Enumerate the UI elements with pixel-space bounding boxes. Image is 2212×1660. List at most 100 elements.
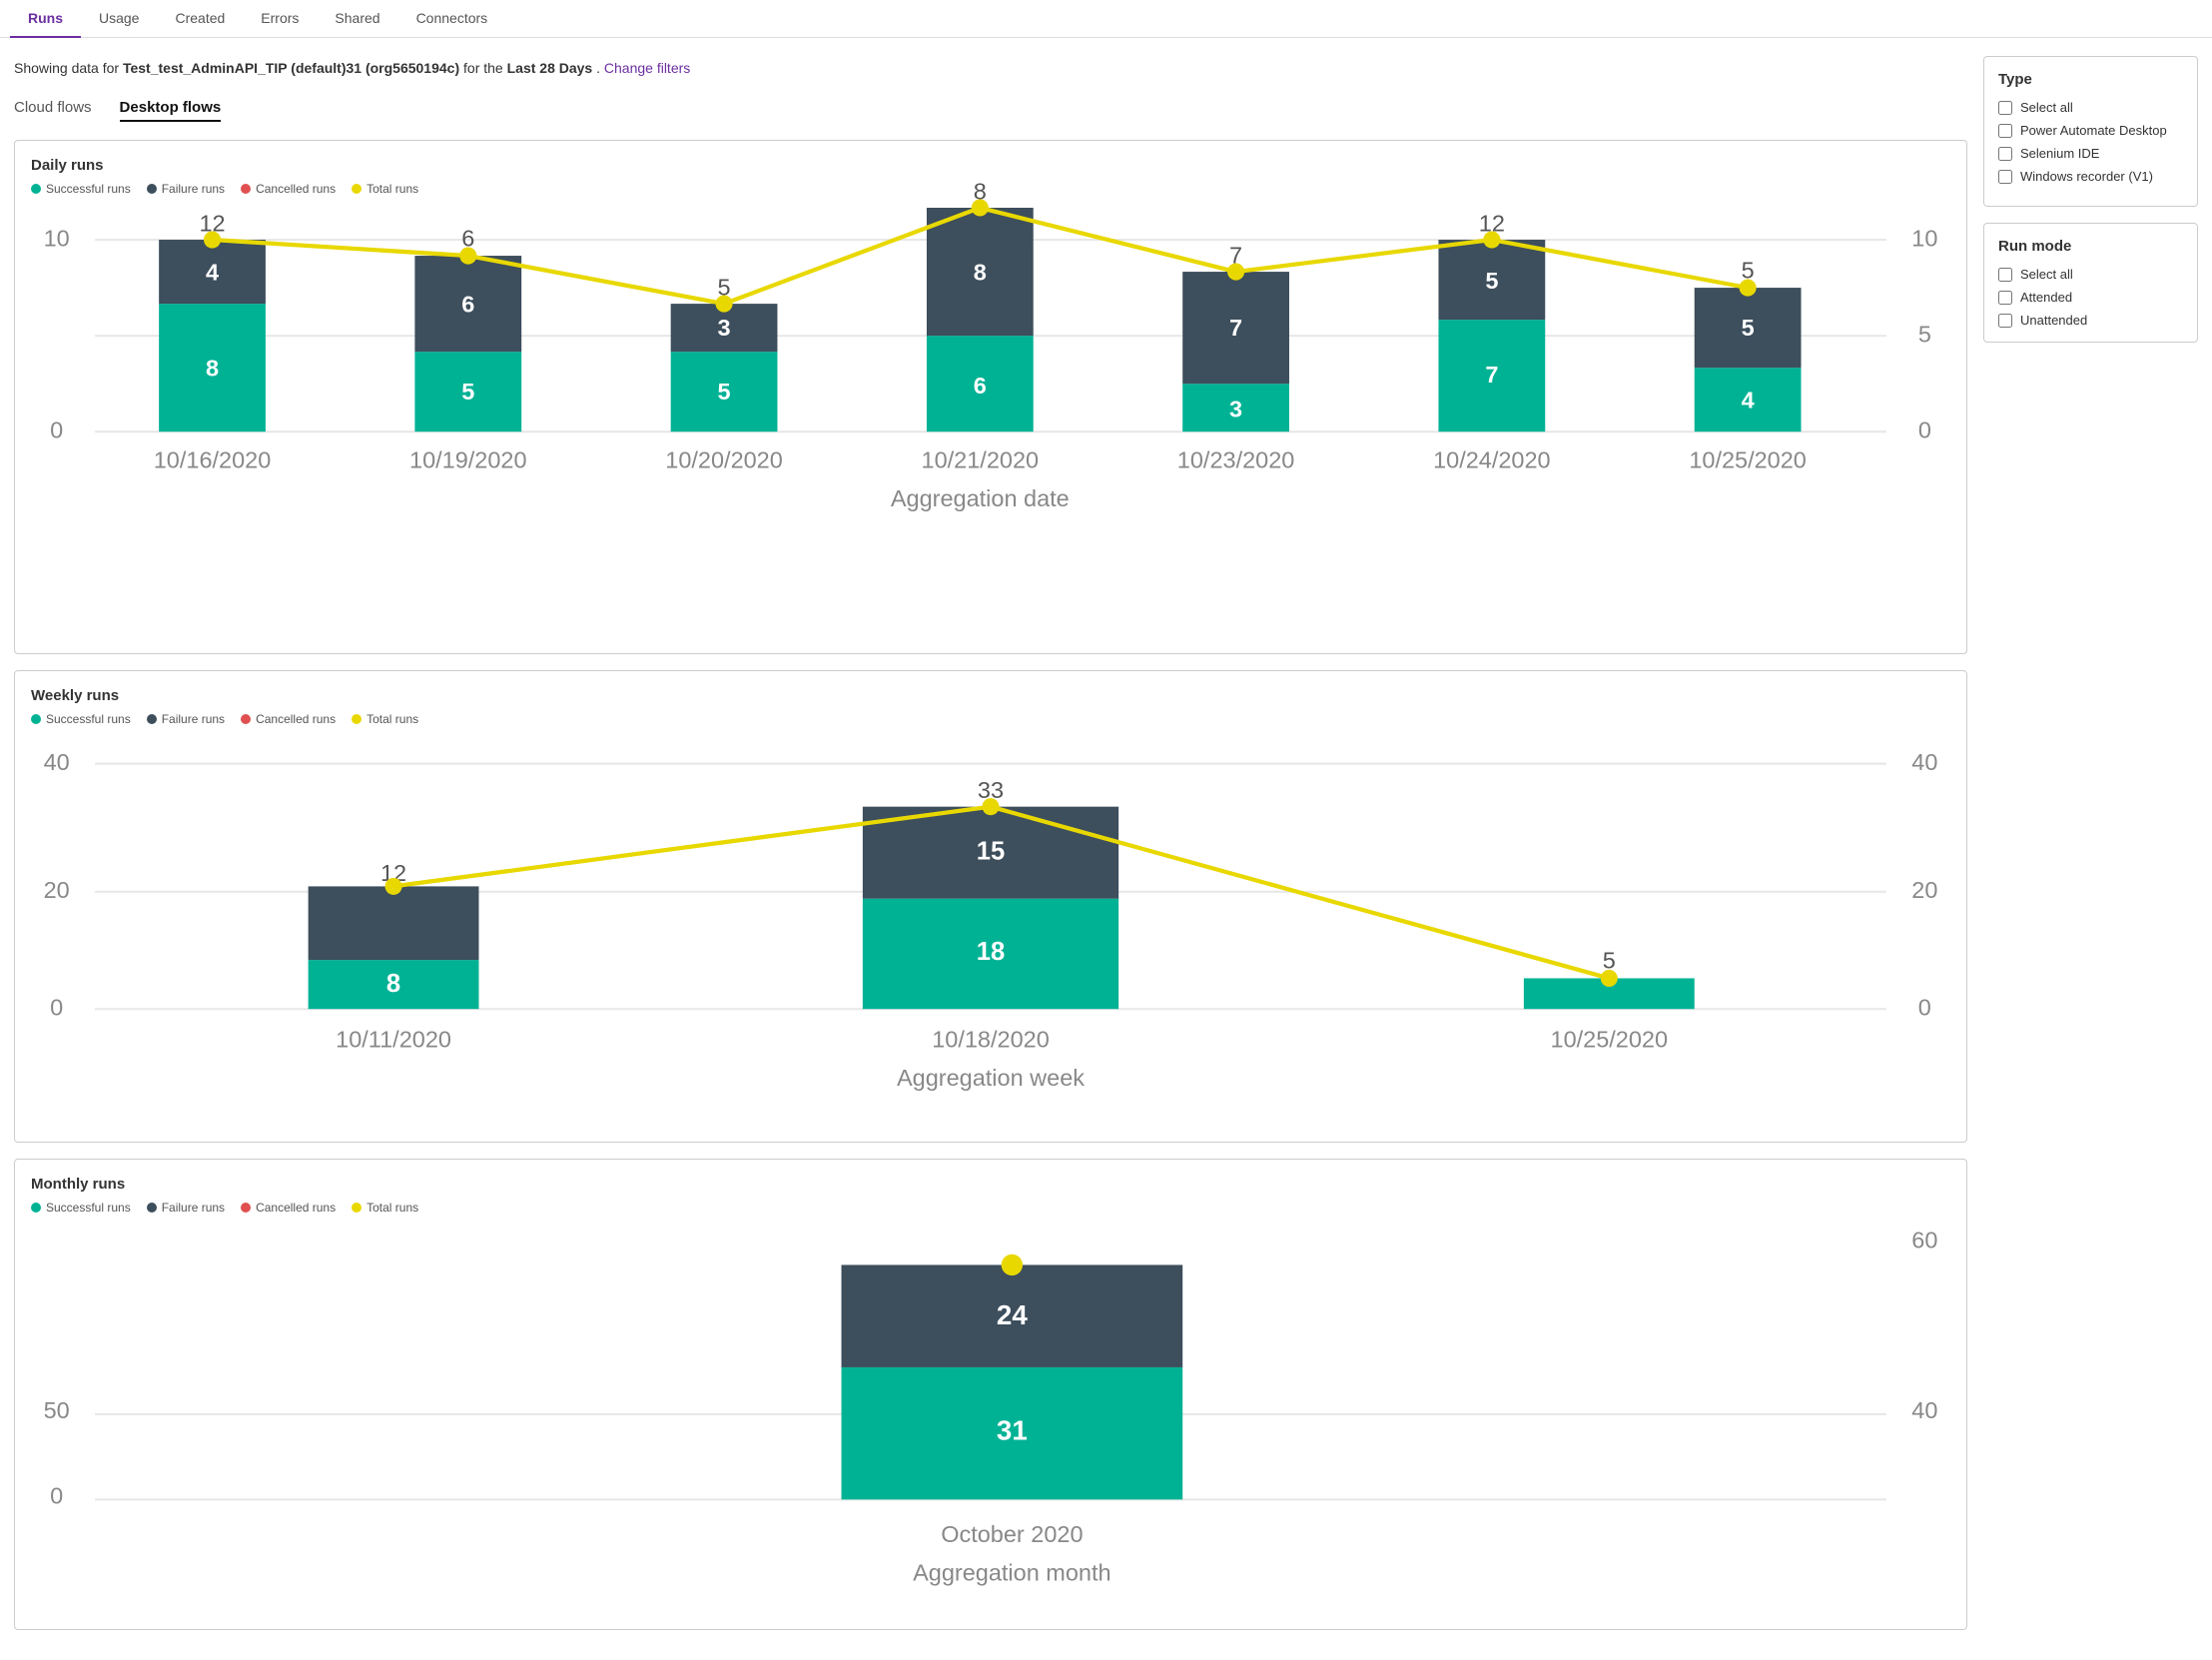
monthly-chart-card: Monthly runs Successful runs Failure run… bbox=[14, 1159, 1967, 1630]
svg-text:5: 5 bbox=[1485, 268, 1498, 294]
info-bar: Showing data for Test_test_AdminAPI_TIP … bbox=[14, 56, 1967, 81]
svg-text:0: 0 bbox=[50, 417, 63, 443]
info-org: Test_test_AdminAPI_TIP (default)31 (org5… bbox=[123, 60, 459, 76]
svg-text:5: 5 bbox=[1918, 322, 1931, 348]
svg-text:0: 0 bbox=[1918, 417, 1931, 443]
tab-created[interactable]: Created bbox=[157, 0, 243, 38]
type-pad-item: Power Automate Desktop bbox=[1998, 123, 2183, 138]
svg-text:6: 6 bbox=[461, 292, 474, 318]
svg-text:6: 6 bbox=[974, 373, 987, 399]
successful-dot bbox=[31, 184, 41, 194]
svg-text:10: 10 bbox=[44, 226, 70, 252]
total-dot bbox=[352, 184, 362, 194]
info-period: Last 28 Days bbox=[507, 60, 593, 76]
svg-text:20: 20 bbox=[44, 877, 70, 903]
run-mode-select-all-item: Select all bbox=[1998, 267, 2183, 282]
svg-text:50: 50 bbox=[44, 1397, 70, 1423]
svg-text:60: 60 bbox=[1911, 1227, 1937, 1252]
w-legend-total: Total runs bbox=[352, 712, 418, 726]
svg-text:10/23/2020: 10/23/2020 bbox=[1177, 447, 1295, 473]
monthly-legend: Successful runs Failure runs Cancelled r… bbox=[31, 1201, 1950, 1215]
svg-text:20: 20 bbox=[1911, 877, 1937, 903]
weekly-chart-area: 40 20 0 40 20 0 8 bbox=[31, 738, 1950, 1125]
info-separator: . bbox=[596, 60, 604, 76]
svg-text:0: 0 bbox=[50, 995, 63, 1021]
run-mode-unattended-checkbox[interactable] bbox=[1998, 314, 2012, 328]
type-selenium-label: Selenium IDE bbox=[2020, 146, 2099, 161]
daily-chart-area: 10 0 10 5 0 8 bbox=[31, 208, 1950, 637]
cancelled-dot bbox=[241, 184, 251, 194]
tab-shared[interactable]: Shared bbox=[317, 0, 397, 38]
svg-text:15: 15 bbox=[977, 838, 1005, 866]
svg-text:10/21/2020: 10/21/2020 bbox=[922, 447, 1040, 473]
svg-text:5: 5 bbox=[1742, 315, 1755, 341]
legend-successful: Successful runs bbox=[31, 182, 131, 196]
type-selenium-item: Selenium IDE bbox=[1998, 146, 2183, 161]
run-mode-unattended-item: Unattended bbox=[1998, 313, 2183, 328]
tab-runs[interactable]: Runs bbox=[10, 0, 81, 38]
svg-text:October 2020: October 2020 bbox=[941, 1521, 1083, 1547]
monthly-chart-svg: 50 0 60 40 31 24 bbox=[31, 1227, 1950, 1610]
run-mode-filter-title: Run mode bbox=[1998, 238, 2183, 255]
weekly-legend: Successful runs Failure runs Cancelled r… bbox=[31, 712, 1950, 726]
svg-text:10/20/2020: 10/20/2020 bbox=[665, 447, 783, 473]
svg-text:10/24/2020: 10/24/2020 bbox=[1433, 447, 1551, 473]
subtab-desktop[interactable]: Desktop flows bbox=[120, 99, 222, 122]
svg-text:4: 4 bbox=[206, 260, 219, 286]
run-mode-unattended-label: Unattended bbox=[2020, 313, 2087, 328]
svg-text:24: 24 bbox=[997, 1299, 1028, 1330]
daily-chart-svg: 10 0 10 5 0 8 bbox=[31, 208, 1950, 634]
svg-text:10/16/2020: 10/16/2020 bbox=[154, 447, 272, 473]
type-selenium-checkbox[interactable] bbox=[1998, 147, 2012, 161]
svg-text:7: 7 bbox=[1229, 315, 1242, 341]
legend-failure: Failure runs bbox=[147, 182, 225, 196]
nav-tabs: Runs Usage Created Errors Shared Connect… bbox=[0, 0, 2212, 38]
legend-cancelled: Cancelled runs bbox=[241, 182, 336, 196]
tab-usage[interactable]: Usage bbox=[81, 0, 157, 38]
type-select-all-checkbox[interactable] bbox=[1998, 101, 2012, 115]
svg-text:8: 8 bbox=[386, 970, 400, 998]
run-mode-attended-item: Attended bbox=[1998, 290, 2183, 305]
type-filter-box: Type Select all Power Automate Desktop S… bbox=[1983, 56, 2198, 207]
run-mode-select-all-checkbox[interactable] bbox=[1998, 268, 2012, 282]
svg-text:10/11/2020: 10/11/2020 bbox=[336, 1027, 451, 1053]
svg-text:8: 8 bbox=[206, 356, 219, 382]
weekly-chart-title: Weekly runs bbox=[31, 687, 1950, 704]
daily-chart-title: Daily runs bbox=[31, 157, 1950, 174]
type-pad-checkbox[interactable] bbox=[1998, 124, 2012, 138]
svg-text:0: 0 bbox=[1918, 995, 1931, 1021]
svg-text:18: 18 bbox=[977, 938, 1005, 966]
failure-dot bbox=[147, 184, 157, 194]
svg-text:Aggregation date: Aggregation date bbox=[891, 485, 1070, 511]
svg-text:5: 5 bbox=[718, 379, 731, 405]
svg-text:40: 40 bbox=[44, 749, 70, 775]
run-mode-attended-checkbox[interactable] bbox=[1998, 291, 2012, 305]
monthly-chart-title: Monthly runs bbox=[31, 1176, 1950, 1193]
tab-errors[interactable]: Errors bbox=[243, 0, 317, 38]
w-legend-cancelled: Cancelled runs bbox=[241, 712, 336, 726]
svg-text:0: 0 bbox=[50, 1482, 63, 1508]
subtab-cloud[interactable]: Cloud flows bbox=[14, 99, 92, 122]
info-period-prefix: for the bbox=[463, 60, 507, 76]
svg-text:5: 5 bbox=[461, 379, 474, 405]
legend-total: Total runs bbox=[352, 182, 418, 196]
svg-text:5: 5 bbox=[1603, 948, 1616, 974]
type-pad-label: Power Automate Desktop bbox=[2020, 123, 2167, 138]
svg-text:4: 4 bbox=[1742, 388, 1755, 414]
svg-text:10/25/2020: 10/25/2020 bbox=[1551, 1027, 1669, 1053]
weekly-chart-card: Weekly runs Successful runs Failure runs… bbox=[14, 670, 1967, 1142]
svg-text:3: 3 bbox=[718, 315, 731, 341]
svg-text:10: 10 bbox=[1911, 226, 1937, 252]
type-select-all-item: Select all bbox=[1998, 100, 2183, 115]
svg-text:3: 3 bbox=[1229, 396, 1242, 421]
svg-text:40: 40 bbox=[1911, 749, 1937, 775]
monthly-chart-area: 50 0 60 40 31 24 bbox=[31, 1227, 1950, 1613]
change-filters-link[interactable]: Change filters bbox=[604, 60, 690, 76]
svg-text:10/19/2020: 10/19/2020 bbox=[409, 447, 527, 473]
run-mode-attended-label: Attended bbox=[2020, 290, 2072, 305]
svg-text:40: 40 bbox=[1911, 1397, 1937, 1423]
type-windows-checkbox[interactable] bbox=[1998, 170, 2012, 184]
tab-connectors[interactable]: Connectors bbox=[398, 0, 506, 38]
type-select-all-label: Select all bbox=[2020, 100, 2073, 115]
daily-chart-card: Daily runs Successful runs Failure runs … bbox=[14, 140, 1967, 654]
